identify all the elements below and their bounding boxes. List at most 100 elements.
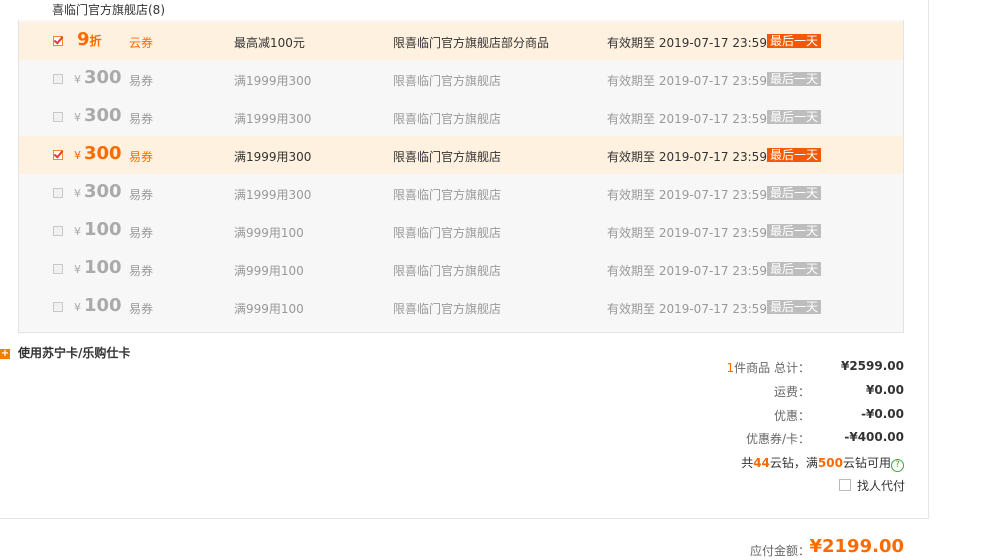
coupon-currency: ¥ <box>74 149 81 162</box>
coupon-expiry: 有效期至 2019-07-17 23:59 <box>607 150 767 164</box>
coupon-scope: 限喜临门官方旗舰店 <box>393 302 502 316</box>
coupon-condition: 满999用100 <box>234 226 304 240</box>
coupon-amount: 100 <box>84 219 122 240</box>
coupon-expiry: 有效期至 2019-07-17 23:59 <box>607 302 767 316</box>
panel-border <box>928 0 929 519</box>
coupon-currency: ¥ <box>74 225 81 238</box>
store-title: 喜临门官方旗舰店(8) <box>52 3 165 17</box>
checkmark-icon <box>53 148 64 159</box>
coupon-checkbox[interactable] <box>53 226 63 236</box>
payable-amount: ¥2199.00 <box>809 536 904 557</box>
coupon-type: 易券 <box>129 302 154 316</box>
coupon-expiry: 有效期至 2019-07-17 23:59 <box>607 226 767 240</box>
last-day-badge: 最后一天 <box>767 72 822 86</box>
payable-label: 应付金额： <box>749 544 810 558</box>
item-total-value: ¥2599.00 <box>840 359 904 373</box>
coupon-checkbox[interactable] <box>53 34 64 46</box>
proxy-pay-option[interactable]: 找人代付 <box>839 477 905 494</box>
last-day-badge: 最后一天 <box>767 148 822 162</box>
coupon-currency: ¥ <box>74 301 81 314</box>
coupon-type: 易券 <box>129 226 154 240</box>
coupon-amount: 300 <box>84 181 122 202</box>
coupon-scope: 限喜临门官方旗舰店 <box>393 74 502 88</box>
coupon-scope: 限喜临门官方旗舰店 <box>393 226 502 240</box>
coupon-condition: 满1999用300 <box>234 74 312 88</box>
coupon-amount: 100 <box>84 295 122 316</box>
coupon-value: ¥300 <box>74 181 122 202</box>
coupon-scope: 限喜临门官方旗舰店 <box>393 188 502 202</box>
coupon-amount: 300 <box>84 67 122 88</box>
coupon-row[interactable]: ¥300 易券 满1999用300 限喜临门官方旗舰店 有效期至 2019-07… <box>19 174 903 212</box>
cloud-diamond-info: 共44云钻，满500云钻可用? <box>741 454 904 472</box>
coupon-scope: 限喜临门官方旗舰店部分商品 <box>393 36 550 50</box>
last-day-badge: 最后一天 <box>767 300 822 314</box>
coupon-currency: ¥ <box>74 73 81 86</box>
coupon-condition: 满999用100 <box>234 302 304 316</box>
use-suning-card-toggle[interactable]: + 使用苏宁卡/乐购仕卡 <box>0 344 130 361</box>
discount-value: -¥0.00 <box>861 407 904 421</box>
coupon-row[interactable]: 9折 云券 最高减100元 限喜临门官方旗舰店部分商品 有效期至 2019-07… <box>19 22 903 60</box>
coupon-currency: ¥ <box>74 111 81 124</box>
coupon-expiry: 有效期至 2019-07-17 23:59 <box>607 188 767 202</box>
coupon-expiry: 有效期至 2019-07-17 23:59 <box>607 112 767 126</box>
coupon-row[interactable]: ¥300 易券 满1999用300 限喜临门官方旗舰店 有效期至 2019-07… <box>19 60 903 98</box>
coupon-type: 易券 <box>129 74 154 88</box>
coupon-scope: 限喜临门官方旗舰店 <box>393 264 502 278</box>
coupon-scope: 限喜临门官方旗舰店 <box>393 112 502 126</box>
coupon-condition: 满999用100 <box>234 264 304 278</box>
coupon-discount-label: 优惠券/卡： <box>745 432 810 446</box>
coupon-checkbox[interactable] <box>53 148 64 160</box>
coupon-expiry: 有效期至 2019-07-17 23:59 <box>607 264 767 278</box>
coupon-type: 易券 <box>129 188 154 202</box>
last-day-badge: 最后一天 <box>767 224 822 238</box>
coupon-expiry: 有效期至 2019-07-17 23:59 <box>607 74 767 88</box>
divider <box>0 518 929 519</box>
help-icon[interactable]: ? <box>891 459 904 472</box>
proxy-pay-label: 找人代付 <box>857 479 906 493</box>
last-day-badge: 最后一天 <box>767 186 822 200</box>
coupon-scope: 限喜临门官方旗舰店 <box>393 150 502 164</box>
last-day-badge: 最后一天 <box>767 110 822 124</box>
discount-label: 优惠： <box>773 409 810 423</box>
coupon-checkbox[interactable] <box>53 264 63 274</box>
coupon-row[interactable]: ¥100 易券 满999用100 限喜临门官方旗舰店 有效期至 2019-07-… <box>19 250 903 288</box>
coupon-type: 易券 <box>129 112 154 126</box>
coupon-condition: 满1999用300 <box>234 150 312 164</box>
checkmark-icon <box>53 34 64 45</box>
coupon-value: ¥100 <box>74 257 122 278</box>
coupon-condition: 最高减100元 <box>234 36 305 50</box>
item-total-label: 1件商品 总计： <box>726 361 811 375</box>
coupon-condition: 满1999用300 <box>234 188 312 202</box>
coupon-condition: 满1999用300 <box>234 112 312 126</box>
proxy-pay-checkbox[interactable] <box>839 479 851 491</box>
coupon-value: ¥300 <box>74 143 122 164</box>
coupon-row[interactable]: ¥100 易券 满999用100 限喜临门官方旗舰店 有效期至 2019-07-… <box>19 212 903 250</box>
coupon-amount: 100 <box>84 257 122 278</box>
card-toggle-label: 使用苏宁卡/乐购仕卡 <box>18 346 131 360</box>
plus-icon: + <box>0 348 10 359</box>
coupon-checkbox[interactable] <box>53 302 63 312</box>
coupon-value: ¥300 <box>74 105 122 126</box>
coupon-discount-value: -¥400.00 <box>844 430 904 444</box>
coupon-value: ¥300 <box>74 67 122 88</box>
coupon-checkbox[interactable] <box>53 74 63 84</box>
coupon-currency: ¥ <box>74 187 81 200</box>
shipping-value: ¥0.00 <box>866 383 904 397</box>
coupon-expiry: 有效期至 2019-07-17 23:59 <box>607 36 767 50</box>
coupon-currency: ¥ <box>74 263 81 276</box>
last-day-badge: 最后一天 <box>767 34 822 48</box>
shipping-label: 运费： <box>773 385 810 399</box>
last-day-badge: 最后一天 <box>767 262 822 276</box>
coupon-amount: 9 <box>77 29 90 50</box>
coupon-row[interactable]: ¥300 易券 满1999用300 限喜临门官方旗舰店 有效期至 2019-07… <box>19 136 903 174</box>
coupon-list: 9折 云券 最高减100元 限喜临门官方旗舰店部分商品 有效期至 2019-07… <box>18 20 904 333</box>
coupon-value: ¥100 <box>74 295 122 316</box>
coupon-checkbox[interactable] <box>53 112 63 122</box>
coupon-value: 9折 <box>74 29 102 50</box>
coupon-row[interactable]: ¥100 易券 满999用100 限喜临门官方旗舰店 有效期至 2019-07-… <box>19 288 903 326</box>
coupon-row[interactable]: ¥300 易券 满1999用300 限喜临门官方旗舰店 有效期至 2019-07… <box>19 98 903 136</box>
coupon-value: ¥100 <box>74 219 122 240</box>
coupon-type: 易券 <box>129 264 154 278</box>
coupon-type: 云券 <box>129 36 154 50</box>
coupon-checkbox[interactable] <box>53 188 63 198</box>
